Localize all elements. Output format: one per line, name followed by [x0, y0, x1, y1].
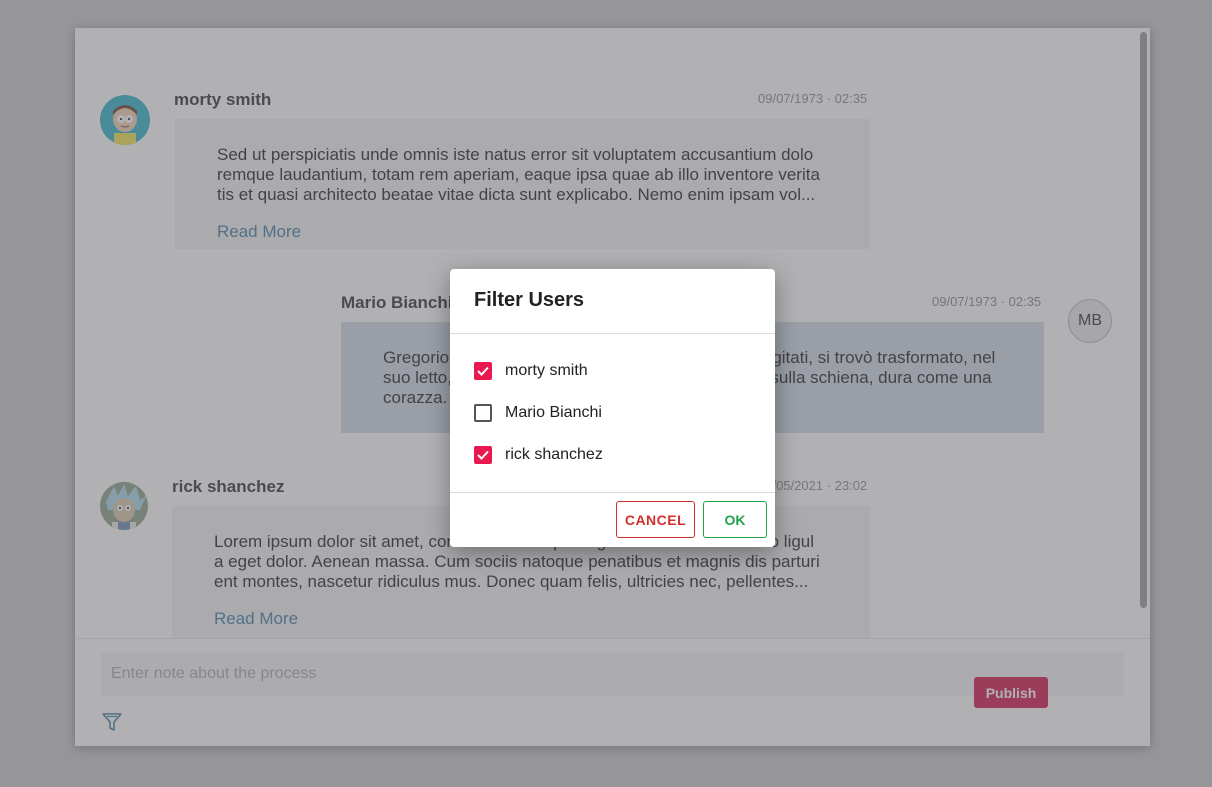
filter-option-label: rick shanchez [505, 446, 603, 463]
filter-option-rick[interactable]: rick shanchez [474, 444, 603, 466]
dialog-divider [450, 492, 775, 493]
checkbox-checked-icon[interactable] [474, 446, 492, 464]
dialog-divider [450, 333, 775, 334]
filter-users-dialog: Filter Users morty smith Mario Bianchi r… [450, 269, 775, 547]
filter-option-mario[interactable]: Mario Bianchi [474, 402, 602, 424]
filter-option-morty[interactable]: morty smith [474, 360, 588, 382]
filter-option-label: morty smith [505, 362, 588, 379]
checkbox-checked-icon[interactable] [474, 362, 492, 380]
dialog-title: Filter Users [474, 289, 585, 311]
ok-button[interactable]: OK [703, 501, 767, 538]
cancel-button[interactable]: CANCEL [616, 501, 695, 538]
checkbox-unchecked-icon[interactable] [474, 404, 492, 422]
filter-option-label: Mario Bianchi [505, 404, 602, 421]
